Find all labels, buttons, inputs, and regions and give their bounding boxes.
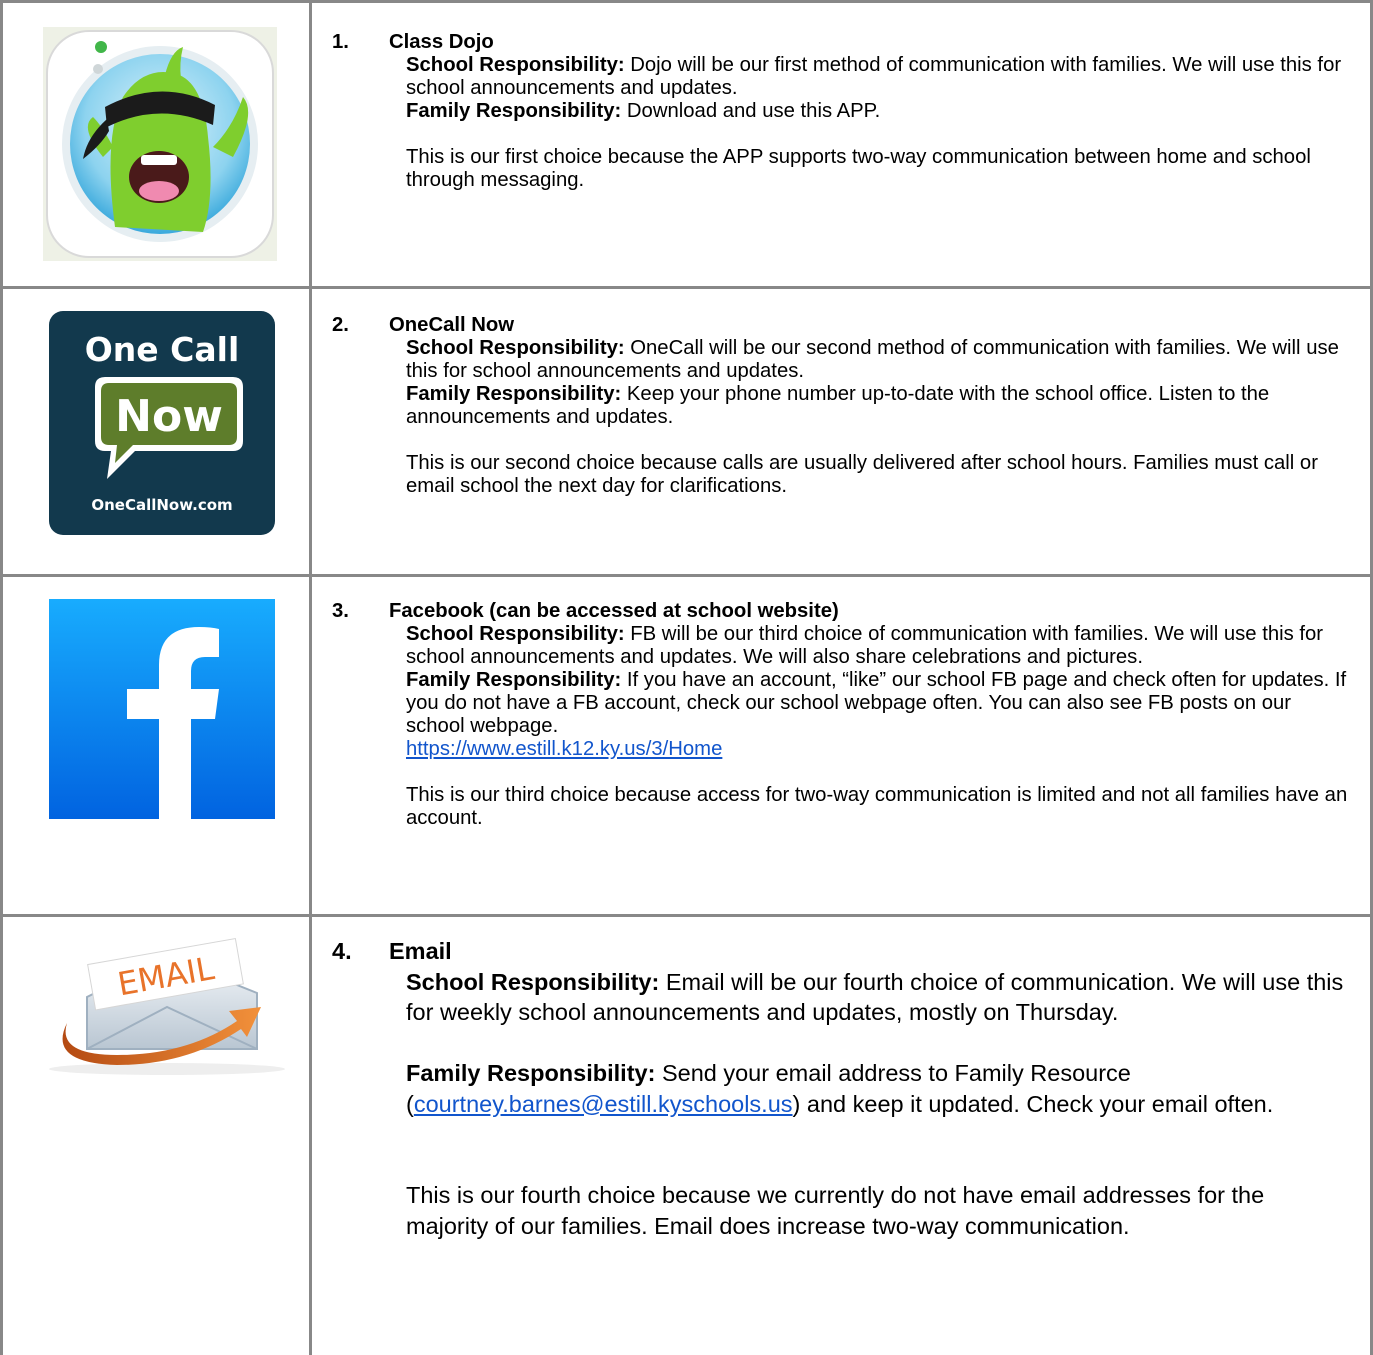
family-resource-email-link[interactable]: courtney.barnes@estill.kyschools.us [414,1091,793,1117]
class-dojo-monster-icon [43,27,277,261]
section-title: Facebook (can be accessed at school webs… [389,600,839,622]
facebook-f-logo-icon [49,599,275,819]
family-responsibility: Family Responsibility: Keep your phone n… [406,383,1350,429]
table-row-class-dojo: 1. Class Dojo School Responsibility: Dojo… [0,0,1373,289]
section-number: 3. [332,600,349,622]
school-responsibility: School Responsibility: Email will be our… [406,967,1350,1028]
section-number: 1. [332,31,349,53]
image-cell [0,0,312,289]
school-responsibility: School Responsibility: FB will be our th… [406,623,1350,669]
school-responsibility: School Responsibility: OneCall will be o… [406,337,1350,383]
family-responsibility: Family Responsibility: Send your email a… [406,1058,1350,1119]
reason-text: This is our fourth choice because we cur… [406,1182,1265,1239]
section-email: 4. Email School Responsibility: Email wil… [332,936,1350,1241]
family-responsibility-label: Family Responsibility: [406,100,622,122]
section-onecall-now: 2. OneCall Now School Responsibility: One… [332,314,1350,498]
onecall-logo-line2: Now [115,391,223,442]
school-website-link-line: https://www.estill.k12.ky.us/3/Home [406,738,1350,761]
family-responsibility-text: Download and use this APP. [621,100,881,122]
school-responsibility: School Responsibility: Dojo will be our … [406,54,1350,100]
school-responsibility-label: School Responsibility: [406,968,660,995]
communication-plan-table: 1. Class Dojo School Responsibility: Dojo… [0,0,1373,1355]
text-cell: 4. Email School Responsibility: Email wil… [309,914,1373,1355]
text-cell: 3. Facebook (can be accessed at school we… [309,574,1373,917]
table-row-email: EMAIL 4. Email School Responsibility: Ema… [0,914,1373,1355]
school-responsibility-label: School Responsibility: [406,54,625,76]
family-responsibility-label: Family Responsibility: [406,1060,656,1086]
reason-text: This is our second choice because calls … [406,452,1318,497]
school-website-link[interactable]: https://www.estill.k12.ky.us/3/Home [406,738,722,760]
section-number: 4. [332,938,352,964]
section-heading: 2. OneCall Now [332,314,1350,337]
section-title: Email [389,938,452,964]
text-cell: 1. Class Dojo School Responsibility: Dojo… [309,0,1373,289]
image-cell [0,574,312,917]
section-title: Class Dojo [389,31,494,53]
section-facebook: 3. Facebook (can be accessed at school we… [332,600,1350,830]
family-responsibility: Family Responsibility: Download and use … [406,100,1350,123]
table-row-onecall-now: One Call Now OneCallNow.com 2. OneCall No… [0,286,1373,577]
one-call-now-logo-icon: One Call Now OneCallNow.com [49,311,275,535]
section-class-dojo: 1. Class Dojo School Responsibility: Dojo… [332,31,1350,192]
section-heading: 3. Facebook (can be accessed at school we… [332,600,1350,623]
school-responsibility-label: School Responsibility: [406,623,625,645]
section-heading: 1. Class Dojo [332,31,1350,54]
onecall-logo-line1: One Call [85,330,240,369]
section-heading: 4. Email [332,936,1350,967]
image-cell: EMAIL [0,914,312,1355]
text-cell: 2. OneCall Now School Responsibility: One… [309,286,1373,577]
email-envelope-arrow-icon: EMAIL [47,937,291,1077]
table-row-facebook: 3. Facebook (can be accessed at school we… [0,574,1373,917]
family-responsibility-text-after: ) and keep it updated. Check your email … [792,1090,1274,1117]
reason-text: This is our first choice because the APP… [406,146,1311,191]
section-number: 2. [332,314,349,336]
image-cell: One Call Now OneCallNow.com [0,286,312,577]
onecall-logo-footer: OneCallNow.com [91,496,232,514]
reason-text: This is our third choice because access … [406,784,1348,829]
family-responsibility-label: Family Responsibility: [406,383,622,405]
family-responsibility: Family Responsibility: If you have an ac… [406,669,1350,738]
section-title: OneCall Now [389,314,515,336]
school-responsibility-label: School Responsibility: [406,337,625,359]
family-responsibility-label: Family Responsibility: [406,669,622,691]
